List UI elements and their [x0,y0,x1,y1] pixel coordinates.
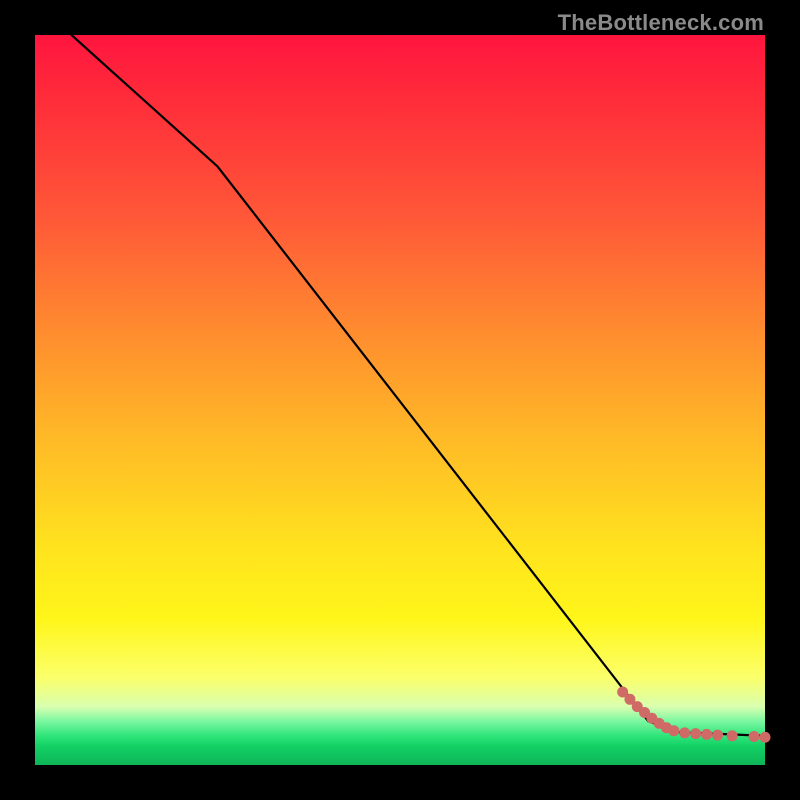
scatter-point [727,730,738,741]
scatter-point [749,731,760,742]
scatter-point [668,725,679,736]
chart-svg [35,35,765,765]
scatter-point [701,729,712,740]
scatter-point [760,732,771,743]
scatter-point [690,728,701,739]
bottleneck-curve [72,35,766,736]
chart-frame: TheBottleneck.com [0,0,800,800]
scatter-point [712,730,723,741]
plot-area [35,35,765,765]
scatter-point [679,727,690,738]
watermark-text: TheBottleneck.com [558,10,764,36]
